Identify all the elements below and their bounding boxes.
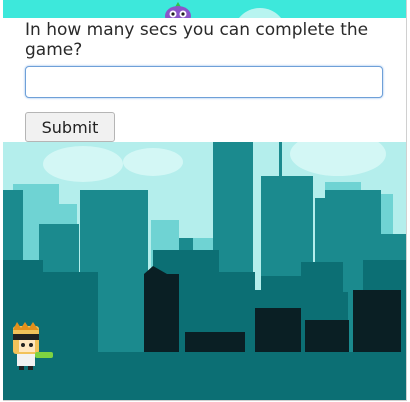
city-skyline-scene	[3, 142, 406, 400]
quiz-question: In how many secs you can complete the ga…	[25, 20, 369, 60]
submit-button[interactable]: Submit	[25, 112, 115, 142]
game-frame: In how many secs you can complete the ga…	[3, 0, 407, 401]
quiz-panel: In how many secs you can complete the ga…	[3, 18, 406, 142]
answer-input[interactable]	[25, 66, 383, 98]
sky-top-strip	[3, 0, 406, 20]
ninja-character-icon	[13, 322, 53, 370]
ground-buildings	[3, 352, 406, 400]
